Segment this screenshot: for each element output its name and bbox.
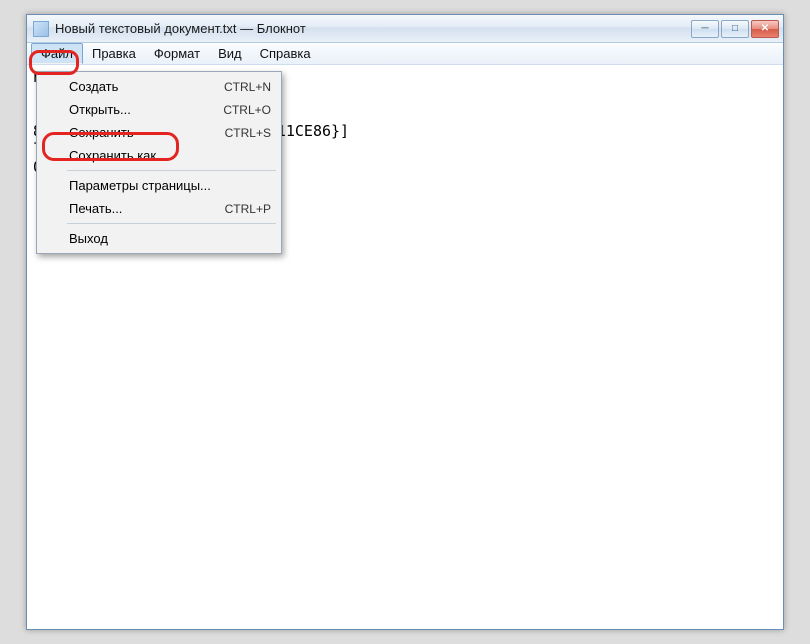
menu-item-save[interactable]: Сохранить CTRL+S [39, 121, 279, 144]
menu-item-print[interactable]: Печать... CTRL+P [39, 197, 279, 220]
menu-item-label: Открыть... [69, 102, 131, 117]
menu-help[interactable]: Справка [251, 43, 320, 64]
menu-item-exit[interactable]: Выход [39, 227, 279, 250]
menu-format-label: Формат [154, 46, 200, 61]
menu-item-label: Создать [69, 79, 118, 94]
menu-item-new[interactable]: Создать CTRL+N [39, 75, 279, 98]
menu-item-save-as[interactable]: Сохранить как... [39, 144, 279, 167]
menu-item-open[interactable]: Открыть... CTRL+O [39, 98, 279, 121]
menu-help-label: Справка [260, 46, 311, 61]
menu-item-shortcut: CTRL+P [225, 202, 271, 216]
menu-edit[interactable]: Правка [83, 43, 145, 64]
menu-separator [67, 223, 276, 224]
menu-file[interactable]: Файл [31, 43, 83, 64]
menu-item-label: Выход [69, 231, 108, 246]
menu-item-page-setup[interactable]: Параметры страницы... [39, 174, 279, 197]
close-button[interactable]: ✕ [751, 20, 779, 38]
menu-view-label: Вид [218, 46, 242, 61]
menu-item-label: Печать... [69, 201, 122, 216]
menu-item-shortcut: CTRL+S [225, 126, 271, 140]
menu-view[interactable]: Вид [209, 43, 251, 64]
menu-item-label: Параметры страницы... [69, 178, 211, 193]
menu-separator [67, 170, 276, 171]
menu-item-label: Сохранить [69, 125, 134, 140]
menu-format[interactable]: Формат [145, 43, 209, 64]
menubar: Файл Правка Формат Вид Справка [27, 43, 783, 65]
menu-file-label: Файл [41, 46, 73, 61]
file-menu-dropdown: Создать CTRL+N Открыть... CTRL+O Сохрани… [36, 71, 282, 254]
menu-item-shortcut: CTRL+O [223, 103, 271, 117]
window-controls: ─ □ ✕ [691, 20, 779, 38]
titlebar[interactable]: Новый текстовый документ.txt — Блокнот ─… [27, 15, 783, 43]
app-icon [33, 21, 49, 37]
window-title: Новый текстовый документ.txt — Блокнот [55, 21, 691, 36]
menu-item-shortcut: CTRL+N [224, 80, 271, 94]
maximize-button[interactable]: □ [721, 20, 749, 38]
minimize-button[interactable]: ─ [691, 20, 719, 38]
menu-edit-label: Правка [92, 46, 136, 61]
menu-item-label: Сохранить как... [69, 148, 167, 163]
